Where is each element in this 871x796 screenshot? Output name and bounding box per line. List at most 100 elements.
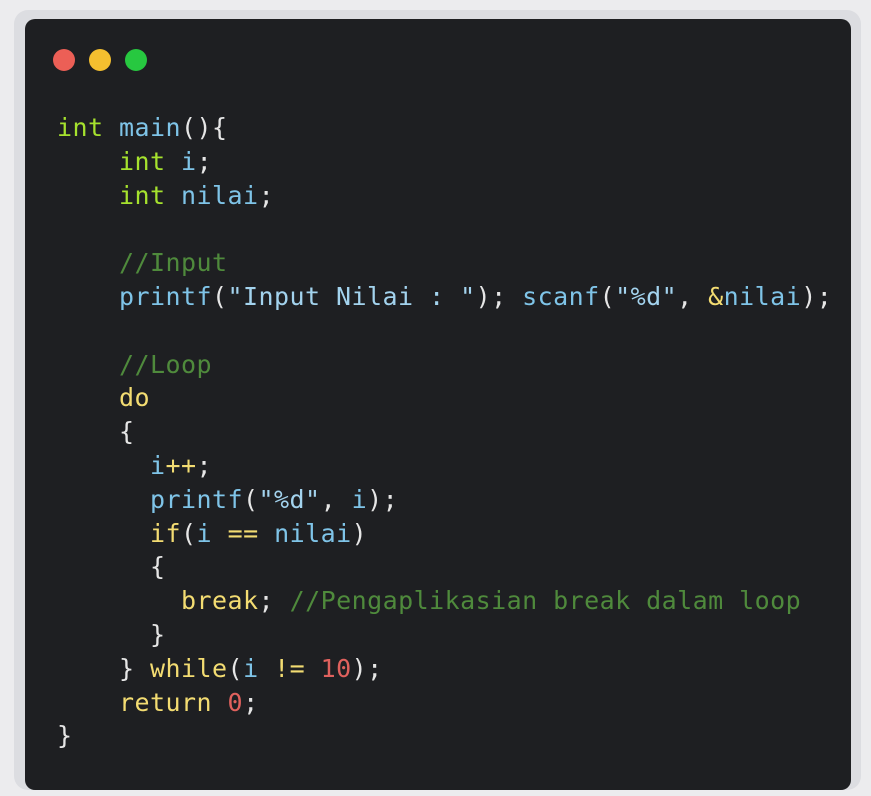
code-token-op: == — [227, 518, 259, 548]
code-token-type: int — [119, 146, 166, 176]
code-token-punct: ; — [196, 146, 213, 176]
code-token-punct: ( — [599, 281, 616, 311]
code-token-kw: if — [150, 518, 182, 548]
code-line: { — [57, 550, 832, 584]
code-token-punct: } — [150, 619, 166, 649]
code-token-ident: nilai — [274, 518, 352, 548]
code-token-punct: ( — [227, 653, 244, 683]
code-token-fn: main — [119, 113, 182, 142]
code-line: i++; — [57, 449, 832, 483]
code-line: return 0; — [57, 686, 832, 720]
code-line: //Loop — [57, 348, 832, 382]
code-token-punct: ; — [258, 586, 275, 616]
code-token-punct: (){ — [181, 113, 228, 142]
code-token-punct: ); — [351, 653, 383, 683]
code-token-punct: , — [677, 281, 709, 311]
code-token-fn: scanf — [522, 281, 600, 311]
code-token-type: int — [119, 180, 166, 210]
code-token-punct: ); — [475, 281, 523, 311]
code-token-kw: while — [150, 653, 228, 683]
window-controls — [53, 49, 147, 71]
code-token-punct: ) — [351, 518, 368, 548]
code-token-op: & — [708, 281, 724, 311]
code-line: printf("%d", i); — [57, 483, 832, 517]
code-token-ident: nilai — [723, 281, 802, 311]
code-token-ident: nilai — [181, 180, 259, 210]
code-line: if(i == nilai) — [57, 517, 832, 551]
code-token-ident: i — [181, 146, 197, 176]
code-token-ident: i — [196, 518, 213, 548]
code-token-punct: ; — [258, 180, 275, 210]
code-token-comment: //Pengaplikasian break dalam loop — [289, 586, 802, 616]
close-dot-icon[interactable] — [53, 49, 75, 71]
code-token-punct: ); — [367, 484, 399, 514]
code-token-punct: ; — [196, 450, 213, 480]
code-token-str: "%d" — [258, 484, 321, 514]
code-token-num: 0 — [227, 687, 244, 717]
code-token-str: "%d" — [615, 281, 678, 311]
code-token-ident: i — [150, 450, 166, 480]
code-window: int main(){ int i; int nilai; //Input pr… — [25, 19, 851, 790]
code-token-punct: ( — [181, 518, 197, 548]
code-token-punct: ); — [801, 281, 833, 311]
code-token-punct: ( — [212, 281, 228, 311]
code-token-punct: } — [119, 653, 151, 683]
code-line: int i; — [57, 145, 832, 179]
code-token-kw: do — [119, 383, 151, 413]
code-token-punct: { — [119, 417, 135, 447]
code-token-kw: return — [119, 687, 213, 717]
code-line: //Input — [57, 246, 832, 280]
code-line: } — [57, 618, 832, 652]
code-token-type: int — [57, 113, 104, 142]
code-block: int main(){ int i; int nilai; //Input pr… — [57, 111, 832, 753]
minimize-dot-icon[interactable] — [89, 49, 111, 71]
maximize-dot-icon[interactable] — [125, 49, 147, 71]
code-token-num: 10 — [320, 653, 352, 683]
code-token-ident: i — [351, 484, 368, 514]
code-token-punct: } — [57, 721, 73, 751]
code-token-fn: printf — [119, 281, 213, 311]
code-token-op: ++ — [165, 450, 197, 480]
code-token-ident: i — [243, 653, 259, 683]
code-line: printf("Input Nilai : "); scanf("%d", &n… — [57, 280, 832, 314]
code-line: int nilai; — [57, 179, 832, 213]
code-token-punct: ( — [243, 484, 259, 514]
code-line: int main(){ — [57, 111, 832, 145]
code-line: { — [57, 415, 832, 449]
code-line: } while(i != 10); — [57, 652, 832, 686]
code-token-comment: //Input — [119, 248, 228, 278]
code-token-punct: , — [320, 484, 352, 514]
code-line: break; //Pengaplikasian break dalam loop — [57, 584, 832, 618]
code-token-kw: break — [181, 586, 259, 616]
code-line: } — [57, 719, 832, 753]
code-token-punct: { — [150, 552, 166, 582]
code-line: do — [57, 381, 832, 415]
code-token-punct: ; — [243, 687, 259, 717]
code-token-op: != — [274, 653, 306, 683]
